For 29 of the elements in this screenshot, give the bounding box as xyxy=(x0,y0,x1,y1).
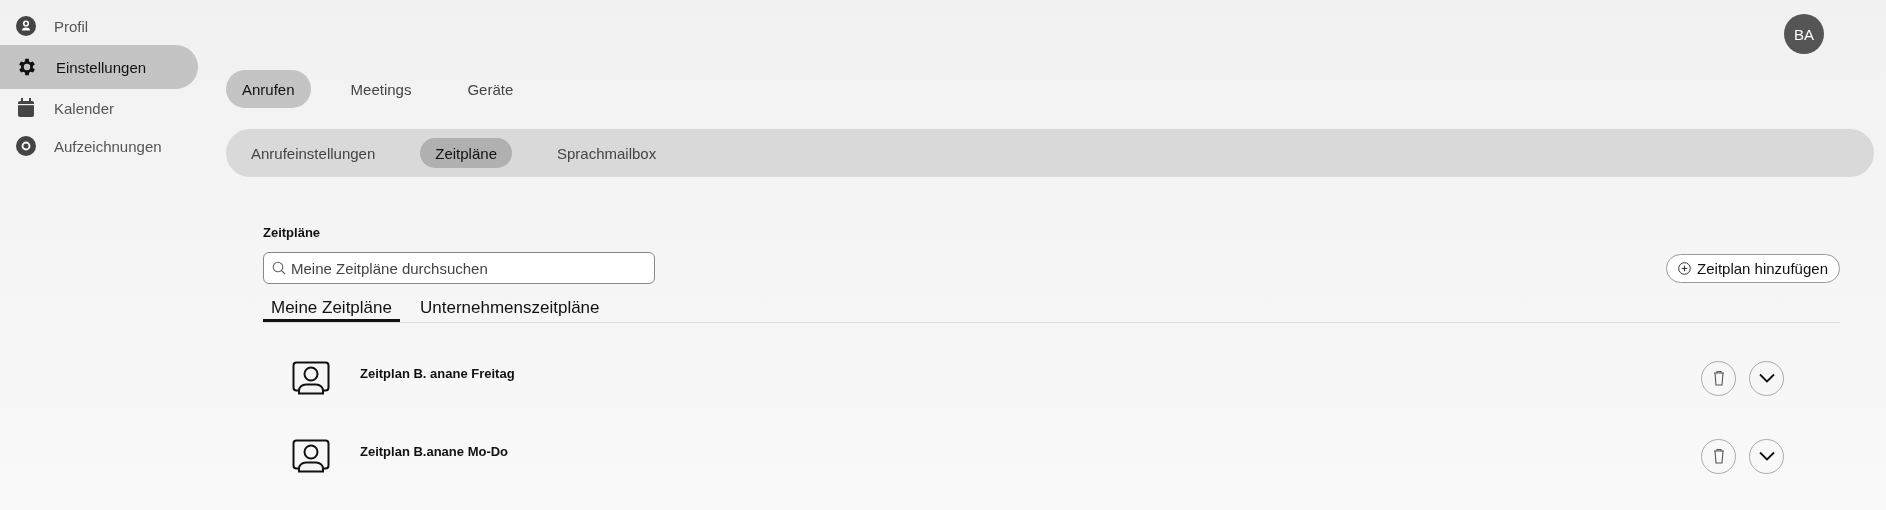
subtab[interactable]: Zeitpläne xyxy=(420,138,512,168)
sidebar-item[interactable]: Einstellungen xyxy=(0,45,198,89)
plus-circle-icon xyxy=(1678,261,1692,275)
tab[interactable]: Anrufen xyxy=(226,70,311,108)
chevron-down-icon xyxy=(1758,451,1775,461)
sidebar-item[interactable]: Kalender xyxy=(0,89,198,127)
avatar[interactable]: BA xyxy=(1784,14,1824,54)
subtab[interactable]: Anrufeinstellungen xyxy=(236,138,391,168)
trash-icon xyxy=(1712,448,1725,464)
person-frame-icon xyxy=(292,439,330,473)
tab[interactable]: Geräte xyxy=(451,70,530,108)
section-title: Zeitpläne xyxy=(263,225,322,240)
sidebar-item[interactable]: Profil xyxy=(0,7,198,45)
trash-icon xyxy=(1712,370,1725,386)
tab[interactable]: Meetings xyxy=(334,70,428,108)
settings-icon xyxy=(16,56,38,78)
tab[interactable]: Meine Zeitpläne xyxy=(263,296,400,322)
calendar-icon xyxy=(16,98,36,118)
tab[interactable]: Unternehmenszeitpläne xyxy=(411,296,608,322)
schedule-name: Zeitplan B.anane Mo-Do xyxy=(360,443,510,459)
search-field[interactable]: Meine Zeitpläne durchsuchen xyxy=(263,252,655,284)
subtab[interactable]: Sprachmailbox xyxy=(542,138,672,168)
user-icon xyxy=(16,16,36,36)
person-frame-icon xyxy=(292,361,330,395)
sidebar-item[interactable]: Aufzeichnungen xyxy=(0,127,198,165)
add-schedule-button[interactable]: Zeitplan hinzufügen xyxy=(1666,253,1840,283)
record-icon xyxy=(16,136,36,156)
schedule-name: Zeitplan B. anane Freitag xyxy=(360,365,516,381)
chevron-down-icon xyxy=(1758,373,1775,383)
